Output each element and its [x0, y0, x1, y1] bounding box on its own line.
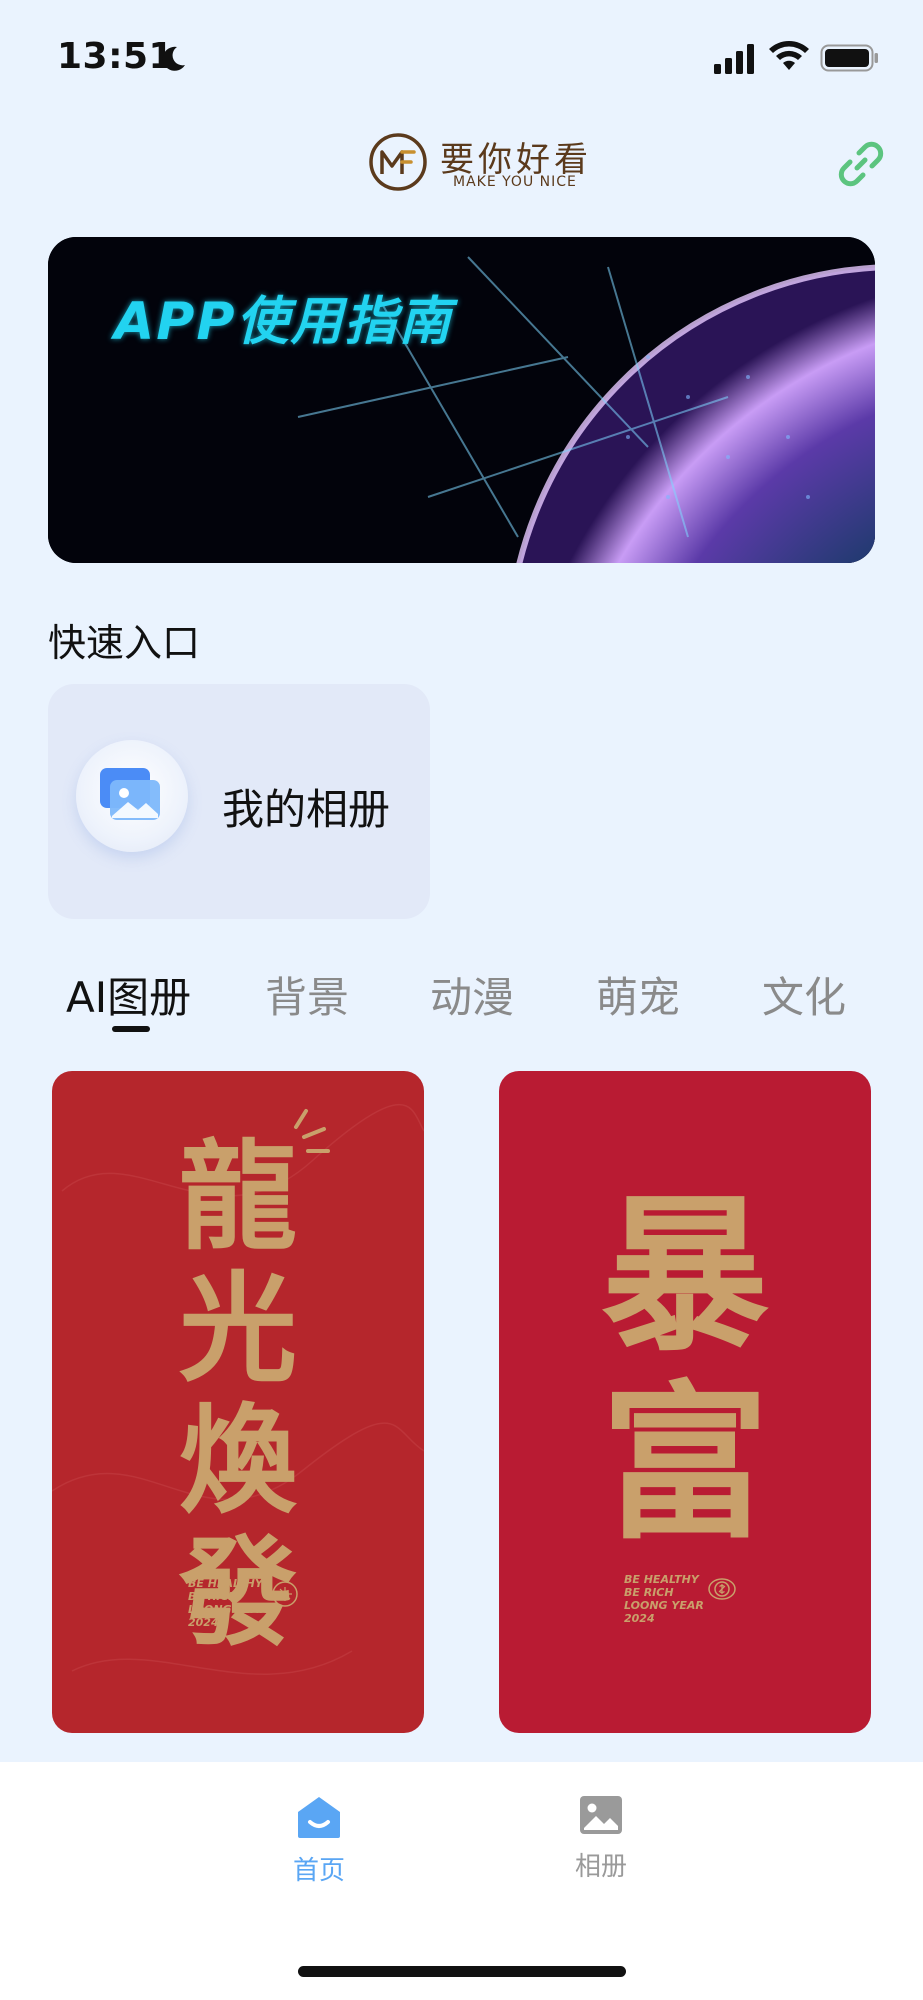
- caption-line: 2024: [188, 1616, 219, 1629]
- wallpaper-card-dragon[interactable]: 龍光煥發 BE HEALTHY BE RICH LOONG YEAR 2024: [52, 1071, 424, 1733]
- banner-title: APP使用指南: [114, 292, 453, 352]
- tab-culture[interactable]: 文化: [762, 964, 846, 1025]
- battery-icon: [820, 44, 878, 72]
- wallpaper-card-rich[interactable]: 暴富 BE HEALTHY BE RICH LOONG YEAR 2024: [499, 1071, 871, 1733]
- emblem-icon: [272, 1581, 298, 1607]
- my-album-entry[interactable]: 我的相册: [48, 684, 430, 919]
- app-header: 要你好看 MAKE YOU NICE: [0, 118, 923, 218]
- caption-line: BE RICH: [188, 1590, 238, 1603]
- wifi-icon: [769, 41, 809, 70]
- active-tab-indicator: [112, 1026, 150, 1032]
- status-bar: 13:51: [0, 0, 923, 118]
- logo-icon: [369, 133, 427, 191]
- caption-line: BE HEALTHY: [188, 1577, 263, 1590]
- caption-line: LOONG YEAR: [188, 1603, 268, 1616]
- tab-background[interactable]: 背景: [265, 964, 349, 1025]
- nav-album-label: 相册: [574, 1852, 627, 1882]
- album-icon: [76, 740, 188, 852]
- card-title: 暴富: [499, 1181, 871, 1557]
- my-album-label: 我的相册: [222, 785, 391, 834]
- caption-line: BE HEALTHY: [624, 1573, 699, 1586]
- home-indicator: [298, 1966, 626, 1977]
- tab-ai-album[interactable]: AI图册: [66, 964, 191, 1025]
- nav-home-label: 首页: [292, 1856, 345, 1886]
- tab-pets[interactable]: 萌宠: [596, 964, 680, 1025]
- home-icon: [298, 1797, 340, 1838]
- quick-entry-title: 快速入口: [48, 621, 201, 665]
- guide-banner[interactable]: APP使用指南: [48, 237, 875, 563]
- card-title-text: 暴富: [601, 1176, 769, 1562]
- coin-icon: [708, 1578, 736, 1600]
- caption-line: 2024: [624, 1612, 655, 1625]
- caption-line: BE RICH: [624, 1586, 674, 1599]
- caption-line: LOONG YEAR: [624, 1599, 704, 1612]
- moon-icon: [162, 46, 185, 71]
- card-caption: BE HEALTHY BE RICH LOONG YEAR 2024: [188, 1577, 268, 1629]
- signal-icon: [714, 44, 754, 74]
- image-icon: [580, 1796, 622, 1834]
- nav-home[interactable]: 首页: [249, 1794, 389, 1887]
- bottom-nav: 首页 相册: [0, 1762, 923, 2000]
- nav-album[interactable]: 相册: [531, 1794, 671, 1883]
- status-time: 13:51: [57, 36, 175, 77]
- card-caption: BE HEALTHY BE RICH LOONG YEAR 2024: [624, 1573, 704, 1625]
- link-icon[interactable]: [833, 136, 889, 192]
- logo-subtitle: MAKE YOU NICE: [453, 174, 577, 190]
- tab-anime[interactable]: 动漫: [430, 964, 514, 1025]
